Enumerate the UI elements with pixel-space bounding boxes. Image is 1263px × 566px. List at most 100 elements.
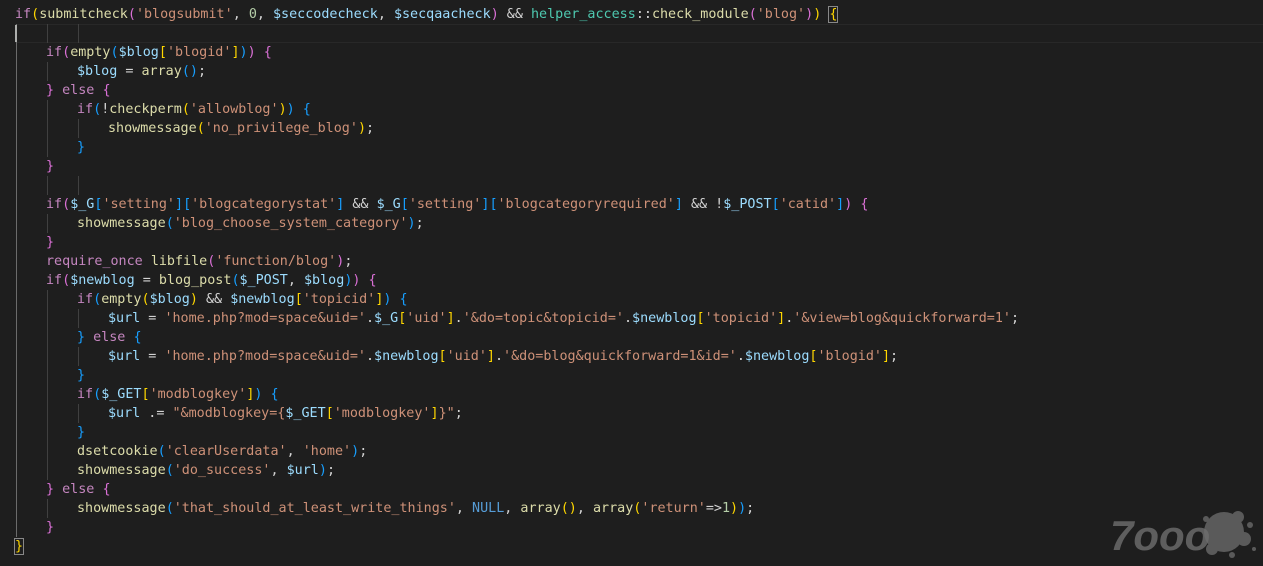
- code-line[interactable]: if($_GET['modblogkey']) {: [77, 385, 279, 404]
- code-token: $seccodecheck: [273, 7, 378, 22]
- code-token: '&do=topic&topicid=': [462, 311, 624, 326]
- code-token: ,: [256, 7, 273, 22]
- code-token: }: [77, 140, 86, 155]
- code-line[interactable]: $blog = array();: [77, 62, 206, 81]
- code-token: (: [93, 102, 102, 117]
- code-token: ): [351, 444, 360, 459]
- code-token: else: [62, 482, 95, 497]
- code-token: ): [568, 501, 577, 516]
- code-token: dsetcookie: [77, 444, 158, 459]
- code-token: 'blogcategoryrequired': [497, 197, 675, 212]
- indent-guide: [78, 309, 79, 328]
- code-token: showmessage: [77, 463, 166, 478]
- code-token: array: [520, 501, 561, 516]
- code-line[interactable]: if(empty($blog['blogid'])) {: [46, 43, 272, 62]
- code-token: $blog: [118, 45, 159, 60]
- code-token: [: [771, 197, 780, 212]
- code-token: =>: [705, 501, 722, 516]
- code-token: if: [46, 273, 63, 288]
- code-line[interactable]: showmessage('that_should_at_least_write_…: [77, 499, 754, 518]
- code-line[interactable]: }: [77, 138, 85, 157]
- code-token: ;: [326, 463, 335, 478]
- indent-guide: [47, 100, 48, 157]
- code-line[interactable]: }: [77, 423, 85, 442]
- code-token: 'return': [641, 501, 706, 516]
- code-token: $blog: [304, 273, 345, 288]
- code-token: 'home.php?mod=space&uid=': [164, 349, 366, 364]
- code-line[interactable]: }: [46, 157, 54, 176]
- code-token: ]: [175, 197, 184, 212]
- code-token: 'home': [302, 444, 352, 459]
- code-line[interactable]: $url = 'home.php?mod=space&uid='.$newblo…: [108, 347, 898, 366]
- code-line[interactable]: $url .= "&modblogkey={$_GET['modblogkey'…: [108, 404, 463, 423]
- code-token: $_G: [70, 197, 95, 212]
- code-line[interactable]: if(submitcheck('blogsubmit', 0, $seccode…: [15, 5, 839, 24]
- code-token: (: [93, 292, 102, 307]
- code-token: NULL: [472, 501, 505, 516]
- code-line[interactable]: if($_G['setting']['blogcategorystat'] &&…: [46, 195, 868, 214]
- code-token: ): [247, 45, 256, 60]
- code-line[interactable]: }: [46, 518, 54, 537]
- code-line[interactable]: showmessage('do_success', $url);: [77, 461, 335, 480]
- code-token: $url: [108, 349, 141, 364]
- code-token: {: [302, 102, 311, 117]
- code-token: ): [407, 216, 416, 231]
- code-token: ;: [746, 501, 755, 516]
- code-token: 'blogcategorystat': [191, 197, 337, 212]
- code-token: ;: [197, 64, 206, 79]
- code-token: (: [127, 7, 136, 22]
- code-line[interactable]: if(empty($blog) && $newblog['topicid']) …: [77, 290, 408, 309]
- code-token: "&modblogkey={: [172, 406, 286, 421]
- code-token: ,: [504, 501, 521, 516]
- code-token: ): [490, 7, 499, 22]
- code-token: 'blogsubmit': [135, 7, 233, 22]
- code-token: 'blogid': [817, 349, 882, 364]
- code-token: ,: [576, 501, 593, 516]
- code-token: {: [860, 197, 869, 212]
- code-token: {: [263, 45, 272, 60]
- code-line[interactable]: }: [13, 537, 25, 556]
- code-token: ;: [890, 349, 899, 364]
- code-token: ,: [455, 501, 473, 516]
- code-token: 'modblogkey': [149, 387, 247, 402]
- code-token: .: [365, 311, 375, 326]
- code-token: $_POST: [723, 197, 772, 212]
- code-token: $_POST: [239, 273, 288, 288]
- code-token: 'setting': [102, 197, 175, 212]
- code-token: if: [77, 387, 94, 402]
- code-line[interactable]: showmessage('blog_choose_system_category…: [77, 214, 424, 233]
- code-line[interactable]: } else {: [46, 81, 111, 100]
- code-line[interactable]: showmessage('no_privilege_blog');: [108, 119, 374, 138]
- code-token: }": [438, 406, 455, 421]
- code-line[interactable]: dsetcookie('clearUserdata', 'home');: [77, 442, 367, 461]
- code-token: ;: [415, 216, 424, 231]
- code-line[interactable]: if(!checkperm('allowblog')) {: [77, 100, 311, 119]
- code-line[interactable]: } else {: [46, 480, 111, 499]
- code-token: (: [560, 501, 569, 516]
- code-token: [: [294, 292, 303, 307]
- code-token: $newblog: [744, 349, 810, 364]
- code-line[interactable]: } else {: [77, 328, 142, 347]
- code-token: }: [46, 159, 55, 174]
- code-editor[interactable]: if(submitcheck('blogsubmit', 0, $seccode…: [0, 0, 1263, 566]
- code-token: 'blog_choose_system_category': [173, 216, 408, 231]
- code-token: '&view=blog&quickforward=1': [793, 311, 1011, 326]
- code-line[interactable]: if($newblog = blog_post($_POST, $blog)) …: [46, 271, 377, 290]
- code-line[interactable]: }: [77, 366, 85, 385]
- code-line[interactable]: $url = 'home.php?mod=space&uid='.$_G['ui…: [108, 309, 1019, 328]
- indent-guide: [78, 404, 79, 423]
- code-line[interactable]: require_once libfile('function/blog');: [46, 252, 352, 271]
- code-token: $newblog: [374, 349, 439, 364]
- code-token: [: [696, 311, 705, 326]
- indent-guide: [47, 176, 48, 195]
- code-token: $newblog: [230, 292, 295, 307]
- code-token: if: [46, 45, 63, 60]
- code-token: .: [623, 311, 633, 326]
- code-token: (: [62, 45, 71, 60]
- code-token: ]: [486, 349, 495, 364]
- code-token: ;: [366, 121, 375, 136]
- code-token: {: [368, 273, 377, 288]
- code-token: ;: [1010, 311, 1020, 326]
- code-line[interactable]: }: [46, 233, 54, 252]
